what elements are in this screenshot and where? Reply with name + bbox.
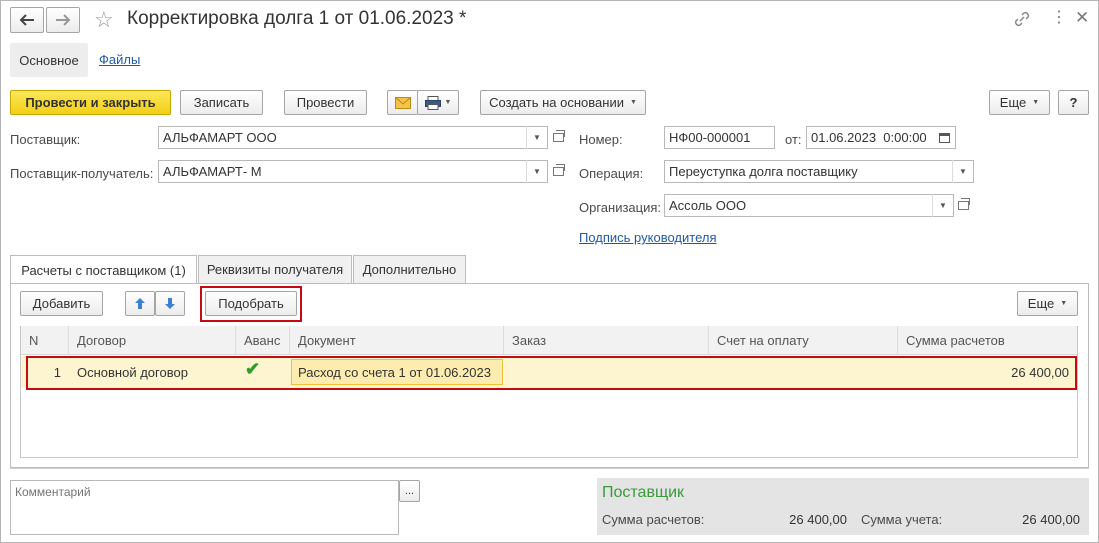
supplier-label: Поставщик: [10, 132, 81, 147]
chevron-down-icon: ▼ [1032, 99, 1040, 106]
close-icon[interactable]: ✕ [1075, 9, 1089, 27]
section-tab-files[interactable]: Файлы [99, 52, 140, 67]
table-more-label: Еще [1027, 296, 1055, 311]
calendar-icon[interactable] [934, 126, 955, 149]
chevron-down-icon: ▼ [629, 99, 637, 106]
post-and-close-button[interactable]: Провести и закрыть [10, 90, 171, 115]
recipient-value: АЛЬФАМАРТ- М [163, 164, 262, 179]
divider [10, 468, 1089, 469]
supplier-value: АЛЬФАМАРТ ООО [163, 130, 277, 145]
link-icon[interactable] [1013, 10, 1031, 31]
accounting-sum-label: Сумма учета: [861, 512, 943, 527]
comment-expand-button[interactable]: ... [399, 480, 420, 502]
col-order[interactable]: Заказ [504, 326, 709, 355]
col-contract[interactable]: Договор [69, 326, 236, 355]
arrow-down-icon [165, 298, 175, 309]
table-more-button[interactable]: Еще ▼ [1017, 291, 1078, 316]
operation-dropdown-icon[interactable]: ▼ [952, 160, 973, 183]
supplier-open-icon[interactable] [549, 126, 568, 149]
tab-additional[interactable]: Дополнительно [353, 255, 466, 283]
supplier-dropdown-icon[interactable]: ▼ [526, 126, 547, 149]
section-tab-main[interactable]: Основное [10, 43, 88, 77]
col-advance[interactable]: Аванс [236, 326, 290, 355]
recipient-label: Поставщик-получатель: [10, 166, 154, 181]
tab-recipient-details[interactable]: Реквизиты получателя [198, 255, 352, 283]
arrow-right-icon [56, 14, 71, 26]
post-button[interactable]: Провести [284, 90, 367, 115]
chevron-down-icon: ▼ [444, 99, 452, 106]
comment-field[interactable] [10, 480, 399, 535]
organization-value: Ассоль ООО [669, 198, 747, 213]
back-button[interactable] [10, 7, 44, 33]
organization-dropdown-icon[interactable]: ▼ [932, 194, 953, 217]
print-button[interactable]: ▼ [417, 90, 459, 115]
create-based-on-button[interactable]: Создать на основании ▼ [480, 90, 646, 115]
col-n[interactable]: N [21, 326, 69, 355]
arrow-up-icon [135, 298, 145, 309]
organization-open-icon[interactable] [954, 194, 973, 217]
document-window: ☆ Корректировка долга 1 от 01.06.2023 * … [0, 0, 1099, 543]
summary-title: Поставщик [602, 484, 685, 501]
more-label: Еще [999, 95, 1027, 110]
recipient-dropdown-icon[interactable]: ▼ [526, 160, 547, 183]
date-value: 01.06.2023 0:00:00 [811, 130, 927, 145]
col-amount[interactable]: Сумма расчетов [898, 326, 1077, 355]
section-tab-main-label: Основное [19, 52, 79, 68]
signature-link[interactable]: Подпись руководителя [579, 230, 717, 245]
number-label: Номер: [579, 132, 623, 147]
operation-field[interactable]: Переуступка долга поставщику [664, 160, 974, 183]
date-label: от: [785, 132, 802, 147]
number-field[interactable]: НФ00-000001 [664, 126, 775, 149]
move-down-button[interactable] [155, 291, 185, 316]
tab-settlements-label: Расчеты с поставщиком (1) [21, 262, 186, 278]
col-document[interactable]: Документ [290, 326, 504, 355]
operation-label: Операция: [579, 166, 644, 181]
recipient-field[interactable]: АЛЬФАМАРТ- М [158, 160, 548, 183]
arrow-left-icon [19, 14, 34, 26]
settlement-sum-label: Сумма расчетов: [602, 512, 705, 527]
col-invoice[interactable]: Счет на оплату [709, 326, 898, 355]
save-button[interactable]: Записать [180, 90, 263, 115]
create-based-on-label: Создать на основании [489, 95, 624, 110]
tab-settlements[interactable]: Расчеты с поставщиком (1) [10, 255, 197, 284]
window-title: Корректировка долга 1 от 01.06.2023 * [127, 8, 467, 29]
envelope-icon [395, 96, 411, 109]
organization-label: Организация: [579, 200, 662, 215]
number-value: НФ00-000001 [669, 130, 751, 145]
settlement-sum-value: 26 400,00 [789, 512, 847, 527]
supplier-field[interactable]: АЛЬФАМАРТ ООО [158, 126, 548, 149]
more-button[interactable]: Еще ▼ [989, 90, 1050, 115]
table-row-highlight [26, 356, 1077, 390]
recipient-open-icon[interactable] [549, 160, 568, 183]
accounting-sum-value: 26 400,00 [1022, 512, 1080, 527]
select-button[interactable]: Подобрать [205, 291, 297, 316]
printer-icon [424, 95, 441, 110]
email-button[interactable] [387, 90, 418, 115]
chevron-down-icon: ▼ [1060, 300, 1068, 307]
tab-recipient-details-label: Реквизиты получателя [206, 262, 344, 277]
more-vertical-icon[interactable]: ⋮ [1051, 9, 1067, 27]
operation-value: Переуступка долга поставщику [669, 164, 858, 179]
move-up-button[interactable] [125, 291, 155, 316]
favorite-star-icon[interactable]: ☆ [94, 9, 114, 31]
tab-additional-label: Дополнительно [362, 262, 457, 277]
forward-button[interactable] [46, 7, 80, 33]
help-button[interactable]: ? [1058, 90, 1089, 115]
organization-field[interactable]: Ассоль ООО [664, 194, 954, 217]
add-button[interactable]: Добавить [20, 291, 103, 316]
